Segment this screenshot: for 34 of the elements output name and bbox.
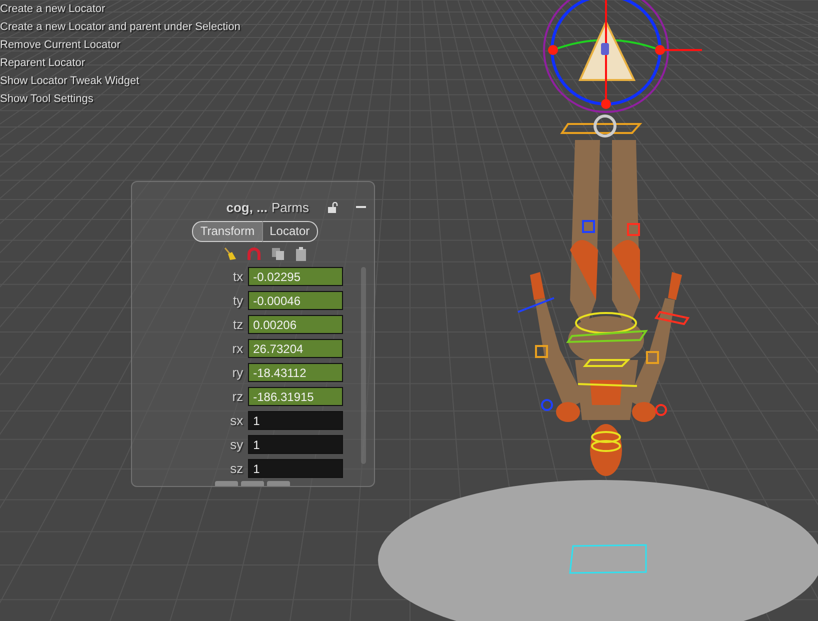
tab[interactable]: Transform [192,220,263,242]
parameter-label: ty [233,293,244,308]
parameter-field[interactable]: 0.00206 [248,315,344,334]
parameter-field[interactable]: 1 [248,411,344,430]
parameter-field[interactable]: -0.00046 [248,291,344,310]
parameter-field[interactable]: 26.73204 [248,339,344,358]
clipboard-icon[interactable] [295,247,307,262]
parameter-field[interactable]: 1 [248,459,344,478]
menu-item[interactable]: Create a new Locator and parent under Selection [0,18,240,36]
parameter-field[interactable]: -18.43112 [248,363,344,382]
menu-item[interactable]: Create a new Locator [0,0,240,18]
menu-item[interactable]: Reparent Locator [0,54,240,72]
parameter-label: tx [233,269,244,284]
parameter-label: sz [230,461,244,476]
parameter-label: tz [233,317,244,332]
broom-icon[interactable] [223,247,237,262]
copy-icon[interactable] [271,247,285,262]
minimize-icon[interactable] [356,206,366,209]
parameter-label: sx [230,413,244,428]
panel-title: cog, ... Parms [226,200,309,215]
parameter-label: rx [232,341,244,356]
tab[interactable]: Locator [262,220,318,242]
menu-item[interactable]: Show Locator Tweak Widget [0,72,240,90]
rotate-gizmo-drawing[interactable] [543,0,702,113]
parameter-label: rz [232,389,244,404]
parameter-field[interactable]: 1 [248,435,344,454]
scroll-bar[interactable] [361,267,366,464]
parameter-label: ry [232,365,244,380]
parameter-field[interactable]: -186.31915 [248,387,344,406]
parameter-field[interactable]: -0.02295 [248,267,344,286]
menu-item[interactable]: Remove Current Locator [0,36,240,54]
parameter-label: sy [230,437,244,452]
menu-item[interactable]: Show Tool Settings [0,90,240,108]
unlocked-lock-icon[interactable] [327,202,338,213]
